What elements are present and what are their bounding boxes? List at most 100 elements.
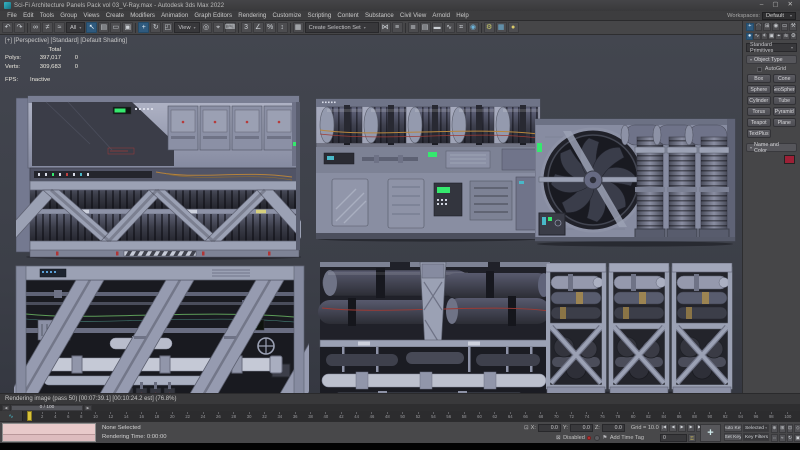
menu-civil-view[interactable]: Civil View xyxy=(397,12,430,19)
key-filters-button[interactable]: Key Filters... xyxy=(743,433,769,441)
objtype-sphere-button[interactable]: Sphere xyxy=(747,85,771,94)
timeline-tick-70[interactable]: 70 xyxy=(554,411,559,421)
model-panel-truss-pipes[interactable] xyxy=(16,92,301,260)
timeline-tick-54[interactable]: 54 xyxy=(431,411,436,421)
field-of-view-button[interactable]: ◇ xyxy=(794,424,800,433)
reference-coordinate-dropdown[interactable]: View▾ xyxy=(174,22,199,33)
align-icon[interactable]: ≡ xyxy=(392,22,403,33)
close-button[interactable]: ✕ xyxy=(788,2,793,9)
timeline-tick-88[interactable]: 88 xyxy=(692,411,697,421)
systems-subtab[interactable]: ⚙ xyxy=(790,33,797,41)
use-pivot-point-center-icon[interactable]: ◎ xyxy=(201,22,212,33)
maxscript-mini-listener[interactable] xyxy=(2,423,96,442)
bind-to-space-warp-icon[interactable]: ≈ xyxy=(54,22,65,33)
track-bar[interactable]: ∿ 02468101214161820222426283032343638404… xyxy=(0,411,800,421)
modify-tab[interactable]: ◠ xyxy=(755,23,763,31)
edit-named-selection-sets-icon[interactable]: ▦ xyxy=(293,22,304,33)
model-panel-racks[interactable] xyxy=(546,263,734,393)
undo-icon[interactable]: ↶ xyxy=(2,22,13,33)
maximize-viewport-button[interactable]: ▣ xyxy=(794,434,800,443)
minimize-button[interactable]: – xyxy=(760,2,764,9)
timeline-tick-44[interactable]: 44 xyxy=(354,411,359,421)
timeline-tick-46[interactable]: 46 xyxy=(370,411,375,421)
select-and-rotate-icon[interactable]: ↻ xyxy=(150,22,161,33)
curve-editor-icon[interactable]: ∿ xyxy=(444,22,455,33)
timeline-tick-64[interactable]: 64 xyxy=(508,411,513,421)
zoom-extents-button[interactable]: ⊡ xyxy=(787,424,794,433)
degradation-icon[interactable]: ⊠ xyxy=(556,435,561,441)
spinner-snap-icon[interactable]: ↕ xyxy=(277,22,288,33)
timeline-tick-84[interactable]: 84 xyxy=(661,411,666,421)
objtype-cone-button[interactable]: Cone xyxy=(773,74,797,83)
helpers-subtab[interactable]: ⌖ xyxy=(775,33,782,41)
perspective-viewport[interactable]: [+] [Perspective] [Standard] [Default Sh… xyxy=(0,35,742,393)
menu-help[interactable]: Help xyxy=(453,12,472,19)
timeline-ruler[interactable]: 0246810121416182022242628303234363840424… xyxy=(24,411,796,421)
timeline-tick-6[interactable]: 6 xyxy=(67,411,69,421)
cameras-subtab[interactable]: ▣ xyxy=(768,33,775,41)
next-frame-arrow[interactable]: ▶ xyxy=(84,405,92,411)
timeline-tick-52[interactable]: 52 xyxy=(416,411,421,421)
timeline-tick-96[interactable]: 96 xyxy=(754,411,759,421)
objtype-textplus-button[interactable]: TextPlus xyxy=(747,129,771,138)
timeline-tick-74[interactable]: 74 xyxy=(585,411,590,421)
timeline-tick-14[interactable]: 14 xyxy=(124,411,129,421)
timeline-tick-56[interactable]: 56 xyxy=(446,411,451,421)
hierarchy-tab[interactable]: ⊞ xyxy=(763,23,771,31)
window-crossing-icon[interactable]: ▣ xyxy=(122,22,133,33)
timeline-tick-76[interactable]: 76 xyxy=(600,411,605,421)
x-coordinate-field[interactable]: 0.0 xyxy=(538,424,561,432)
timeline-tick-86[interactable]: 86 xyxy=(677,411,682,421)
timeline-tick-28[interactable]: 28 xyxy=(231,411,236,421)
timeline-tick-72[interactable]: 72 xyxy=(569,411,574,421)
angle-snap-icon[interactable]: ∠ xyxy=(253,22,264,33)
object-color-swatch[interactable] xyxy=(784,155,795,164)
model-panel-drums[interactable] xyxy=(316,97,544,242)
menu-tools[interactable]: Tools xyxy=(37,12,57,19)
space-warps-subtab[interactable]: ≋ xyxy=(782,33,789,41)
y-coordinate-field[interactable]: 0.0 xyxy=(570,424,593,432)
toggle-layer-explorer-icon[interactable]: ▤ xyxy=(420,22,431,33)
select-object-icon[interactable]: ↖ xyxy=(86,22,97,33)
key-mode-dropdown[interactable]: Selected▾ xyxy=(743,424,769,432)
object-type-rollout-header[interactable]: ▾ Object Type xyxy=(746,55,797,64)
timeline-tick-40[interactable]: 40 xyxy=(324,411,329,421)
zoom-all-button[interactable]: ⊞ xyxy=(779,424,786,433)
menu-animation[interactable]: Animation xyxy=(158,12,191,19)
timeline-tick-18[interactable]: 18 xyxy=(155,411,160,421)
timeline-tick-90[interactable]: 90 xyxy=(708,411,713,421)
timeline-tick-10[interactable]: 10 xyxy=(93,411,98,421)
snaps-toggle-3d-icon[interactable]: 3 xyxy=(241,22,252,33)
timeline-playhead[interactable] xyxy=(27,411,32,421)
mini-curve-editor-button[interactable]: ∿ xyxy=(0,411,23,421)
primitive-category-dropdown[interactable]: Standard Primitives ▾ xyxy=(746,43,797,52)
objtype-plane-button[interactable]: Plane xyxy=(773,118,797,127)
z-coordinate-field[interactable]: 0.0 xyxy=(602,424,625,432)
redo-icon[interactable]: ↷ xyxy=(14,22,25,33)
selection-filter-dropdown[interactable]: All▾ xyxy=(66,22,85,33)
objtype-teapot-button[interactable]: Teapot xyxy=(747,118,771,127)
create-tab[interactable]: + xyxy=(746,23,754,31)
timeline-tick-92[interactable]: 92 xyxy=(723,411,728,421)
selection-lock-icon[interactable]: ⊡ xyxy=(524,425,529,431)
viewport-label[interactable]: [+] [Perspective] [Standard] [Default Sh… xyxy=(5,37,127,44)
menu-arnold[interactable]: Arnold xyxy=(429,12,453,19)
lights-subtab[interactable]: ☀ xyxy=(761,33,768,41)
timeline-tick-98[interactable]: 98 xyxy=(769,411,774,421)
model-panel-fan-pipes[interactable] xyxy=(535,117,740,247)
go-to-start-button[interactable]: |◀ xyxy=(660,424,668,432)
timeline-tick-42[interactable]: 42 xyxy=(339,411,344,421)
objtype-box-button[interactable]: Box xyxy=(747,74,771,83)
menu-customize[interactable]: Customize xyxy=(269,12,304,19)
objtype-geosphere-button[interactable]: GeoSphere xyxy=(773,85,797,94)
mirror-icon[interactable]: ⋈ xyxy=(380,22,391,33)
rectangular-selection-region-icon[interactable]: ▭ xyxy=(110,22,121,33)
menu-rendering[interactable]: Rendering xyxy=(235,12,269,19)
zoom-button[interactable]: ⊕ xyxy=(771,424,778,433)
timeline-tick-12[interactable]: 12 xyxy=(109,411,114,421)
timeline-tick-16[interactable]: 16 xyxy=(139,411,144,421)
timeline-tick-4[interactable]: 4 xyxy=(54,411,56,421)
name-color-rollout-header[interactable]: ▾ Name and Color xyxy=(746,143,797,152)
timeline-tick-94[interactable]: 94 xyxy=(738,411,743,421)
menu-modifiers[interactable]: Modifiers xyxy=(127,12,158,19)
